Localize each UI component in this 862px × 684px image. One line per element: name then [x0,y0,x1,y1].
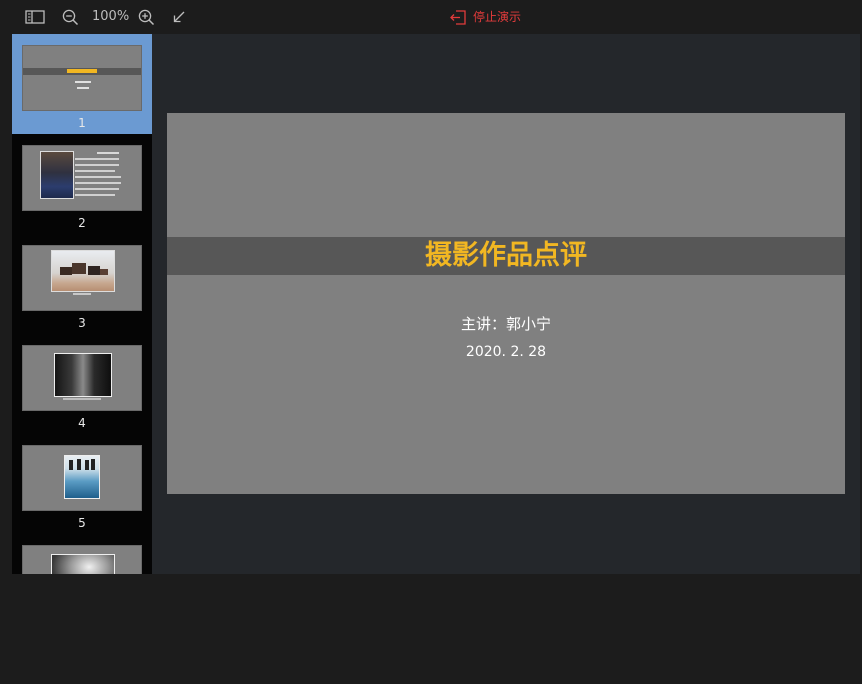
thumbnail-preview [22,145,142,211]
thumbnail-number: 3 [78,316,86,330]
toolbar: 100% 停止演示 [0,0,862,34]
cloud-photo-image [51,554,115,574]
zoom-out-icon [62,9,78,25]
slide-stage: 摄影作品点评 主讲：郭小宁 2020. 2. 28 [152,34,860,574]
slide-date: 2020. 2. 28 [465,344,547,360]
slide-title: 摄影作品点评 [425,240,587,271]
slide-thumbnail-4[interactable]: 4 [12,334,152,434]
slide-thumbnail-2[interactable]: 2 [12,134,152,234]
exit-presentation-icon [450,9,466,25]
zoom-in-icon [138,9,154,25]
thumbnail-preview [22,545,142,574]
slide-thumbnail-3[interactable]: 3 [12,234,152,334]
slide-thumbnail-6[interactable]: 6 [12,534,152,574]
thumbnail-preview [22,345,142,411]
fit-window-icon [173,11,185,23]
thumbnail-number: 2 [78,216,86,230]
slide-thumbnail-1[interactable]: 1 [12,34,152,134]
zoom-level: 100% [92,9,130,24]
water-photo-image [64,455,100,499]
fit-window-button[interactable] [171,7,187,27]
zoom-out-button[interactable] [61,7,79,27]
slide-presenter: 主讲：郭小宁 [460,315,551,333]
thumbnail-number: 1 [78,116,86,130]
thumbnail-number: 5 [78,516,86,530]
horses-photo-image [51,250,115,292]
thumbnail-preview [22,45,142,111]
zoom-in-button[interactable] [137,7,155,27]
portrait-photo-image [40,151,74,199]
current-slide[interactable]: 摄影作品点评 主讲：郭小宁 2020. 2. 28 [167,113,845,494]
thumbnail-preview [22,245,142,311]
thumbnail-preview [22,445,142,511]
thumbnail-number: 4 [78,416,86,430]
slide-thumbnail-panel[interactable]: 1 2 3 4 5 [12,34,152,574]
slide-thumbnail-5[interactable]: 5 [12,434,152,534]
sidebar-toggle-button[interactable] [24,7,46,27]
sidebar-toggle-icon [25,10,45,24]
street-photo-image [54,353,112,397]
stop-presentation-button[interactable]: 停止演示 [450,7,521,27]
stop-presentation-label: 停止演示 [473,10,522,24]
